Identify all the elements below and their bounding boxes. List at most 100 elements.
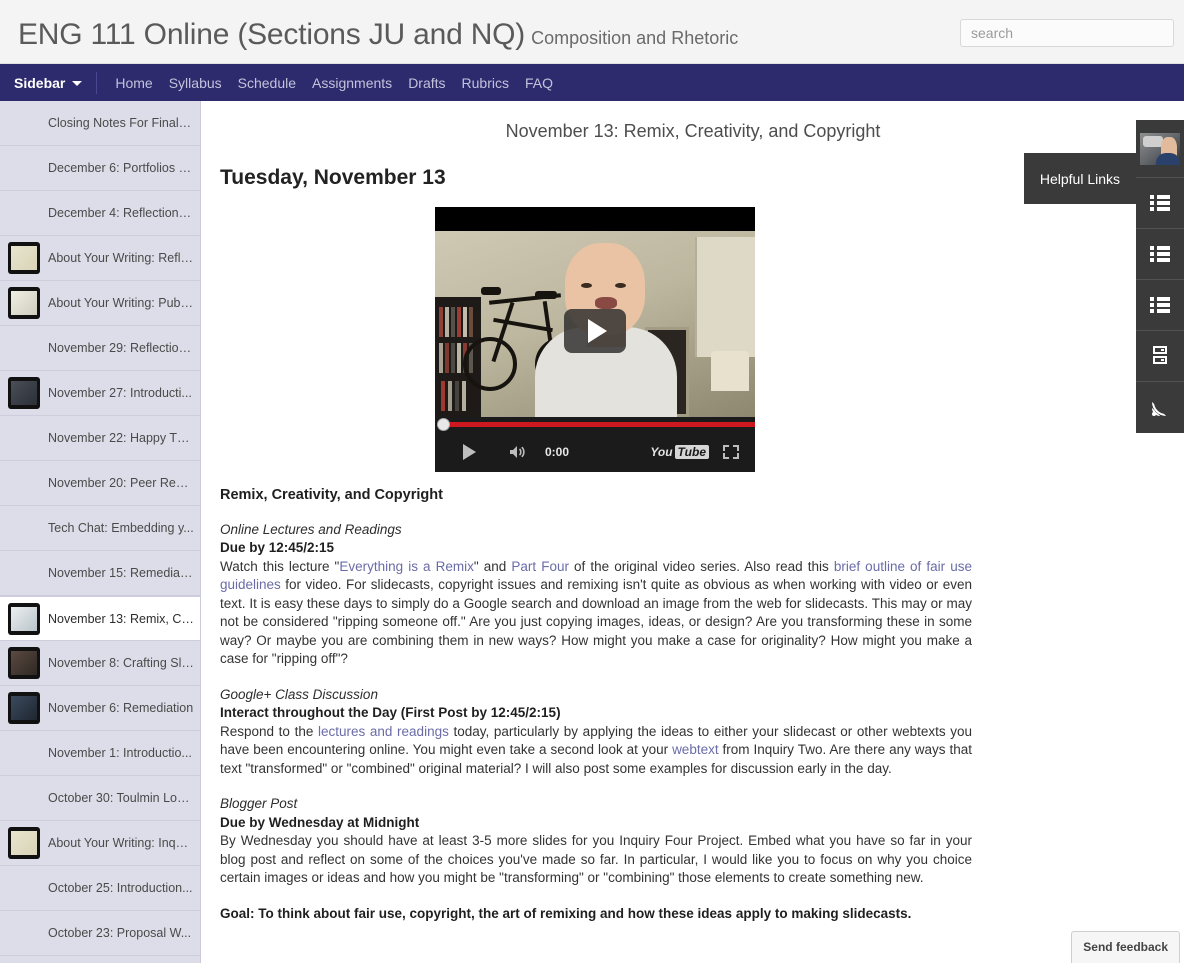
avatar[interactable]: [1136, 120, 1184, 178]
nav-link-faq[interactable]: FAQ: [517, 75, 561, 91]
main-content: November 13: Remix, Creativity, and Copy…: [202, 101, 1184, 963]
block3-due-label: Due by Wednesday at Midnight: [220, 814, 420, 830]
rss-icon: [1151, 399, 1169, 417]
nav-link-drafts[interactable]: Drafts: [400, 75, 453, 91]
list-item[interactable]: December 6: Portfolios a...: [0, 146, 200, 191]
block3-italic-label: Blogger Post: [220, 796, 298, 811]
video-progress-bar[interactable]: [443, 422, 755, 427]
block2-text-a: Respond to the: [220, 723, 318, 739]
fullscreen-icon[interactable]: [723, 445, 739, 459]
main-navbar: Sidebar Home Syllabus Schedule Assignments D…: [0, 64, 1184, 101]
assignment-block-blogger: Blogger Post Due by Wednesday at Midnigh…: [220, 795, 972, 888]
list-item[interactable]: November 22: Happy Th...: [0, 416, 200, 461]
list-item[interactable]: November 6: Remediation: [0, 686, 200, 731]
post-thumbnail: [8, 692, 40, 724]
list-item-label: November 8: Crafting Sli...: [48, 656, 195, 670]
right-rail: [1136, 120, 1184, 433]
list-item[interactable]: October 25: Introduction...: [0, 866, 200, 911]
blog-title: ENG 111 Online (Sections JU and NQ): [18, 18, 526, 51]
play-button-overlay[interactable]: [564, 309, 626, 353]
post-thumbnail: [8, 647, 40, 679]
list-item-label: December 4: Reflection o...: [48, 206, 200, 220]
link-webtext[interactable]: webtext: [672, 742, 719, 757]
list-item[interactable]: November 1: Introductio...: [0, 731, 200, 776]
post-thumbnail: [8, 827, 40, 859]
volume-icon[interactable]: [508, 444, 528, 460]
list-item-label: October 25: Introduction...: [48, 881, 193, 895]
nav-divider: [96, 71, 98, 94]
block1-text-b: " and: [473, 558, 512, 574]
video-progress-knob[interactable]: [437, 418, 450, 431]
list-item-label: About Your Writing: Refle...: [48, 251, 198, 265]
post-list-sidebar[interactable]: Closing Notes For Finals ... December 6: …: [0, 101, 201, 963]
link-lectures-and-readings[interactable]: lectures and readings: [318, 724, 449, 739]
list-item[interactable]: November 15: Remediati...: [0, 551, 200, 596]
rail-button-helpful-links[interactable]: [1136, 280, 1184, 331]
page-header: ENG 111 Online (Sections JU and NQ) Compo…: [0, 0, 1184, 64]
youtube-logo-tube: Tube: [674, 445, 709, 459]
youtube-logo[interactable]: You Tube: [650, 445, 709, 459]
post-thumbnail: [8, 377, 40, 409]
list-icon: [1150, 246, 1170, 262]
list-item-label: October 23: Proposal W...: [48, 926, 192, 940]
list-item[interactable]: November 20: Peer Review: [0, 461, 200, 506]
sidebar-item-selected[interactable]: November 13: Remix, Cr...: [0, 596, 200, 641]
sidebar-toggle-label: Sidebar: [14, 74, 66, 91]
list-item-label: November 27: Introducti...: [48, 386, 192, 400]
post-body: Remix, Creativity, and Copyright Online …: [220, 486, 972, 923]
blog-title-group: ENG 111 Online (Sections JU and NQ) Compo…: [18, 18, 738, 52]
list-item-label: Tech Chat: Embedding y...: [48, 521, 194, 535]
block1-text-a: Watch this lecture ": [220, 558, 340, 574]
post-section-heading: Remix, Creativity, and Copyright: [220, 487, 443, 503]
rail-button-windows[interactable]: [1136, 331, 1184, 382]
control-play-icon[interactable]: [463, 444, 476, 460]
link-part-four[interactable]: Part Four: [511, 559, 569, 574]
list-item[interactable]: About Your Writing: Refle...: [0, 236, 200, 281]
list-item[interactable]: December 4: Reflection o...: [0, 191, 200, 236]
rail-button-list-1[interactable]: [1136, 178, 1184, 229]
list-item[interactable]: About Your Writing: Publi...: [0, 281, 200, 326]
nav-link-home[interactable]: Home: [107, 75, 160, 91]
post-thumbnail: [8, 287, 40, 319]
list-item-label: About Your Writing: Publi...: [48, 296, 197, 310]
sidebar-toggle-button[interactable]: Sidebar: [0, 75, 94, 91]
nav-link-rubrics[interactable]: Rubrics: [454, 75, 517, 91]
block1-italic-label: Online Lectures and Readings: [220, 521, 402, 537]
list-item-label: November 15: Remediati...: [48, 566, 197, 580]
block2-paragraph: Respond to the lectures and readings tod…: [220, 723, 972, 779]
page-title: November 13: Remix, Creativity, and Copy…: [505, 121, 881, 141]
send-feedback-button[interactable]: Send feedback: [1071, 931, 1180, 963]
video-progress-area[interactable]: [435, 417, 755, 432]
list-icon: [1150, 297, 1170, 313]
list-item[interactable]: About Your Writing: Inqui...: [0, 821, 200, 866]
list-item[interactable]: October 23: Proposal W...: [0, 911, 200, 956]
list-item-label: November 6: Remediation: [48, 701, 194, 715]
search-input[interactable]: [960, 19, 1174, 47]
nav-links: Home Syllabus Schedule Assignments Drafts Rub…: [107, 75, 561, 91]
youtube-video-player[interactable]: 0:00 You Tube: [435, 207, 755, 472]
block1-paragraph: Watch this lecture "Everything is a Remi…: [220, 558, 972, 669]
list-item-label: About Your Writing: Inqui...: [48, 836, 196, 850]
blog-subtitle: Composition and Rhetoric: [531, 28, 739, 48]
list-item[interactable]: Tech Chat: Embedding y...: [0, 506, 200, 551]
list-item-label: November 29: Reflection ...: [48, 341, 200, 355]
nav-link-syllabus[interactable]: Syllabus: [161, 75, 230, 91]
nav-link-schedule[interactable]: Schedule: [230, 75, 304, 91]
rail-button-rss[interactable]: [1136, 382, 1184, 433]
list-item[interactable]: Closing Notes For Finals ...: [0, 101, 200, 146]
block2-due-label: Interact throughout the Day (First Post …: [220, 705, 561, 720]
list-item[interactable]: November 8: Crafting Sli...: [0, 641, 200, 686]
list-item-label: Closing Notes For Finals ...: [48, 116, 199, 130]
nav-link-assignments[interactable]: Assignments: [304, 75, 400, 91]
post-goal-line: Goal: To think about fair use, copyright…: [220, 905, 912, 921]
list-item[interactable]: November 27: Introducti...: [0, 371, 200, 416]
youtube-logo-you: You: [650, 445, 673, 459]
rail-button-list-2[interactable]: [1136, 229, 1184, 280]
list-item[interactable]: November 29: Reflection ...: [0, 326, 200, 371]
list-icon: [1150, 195, 1170, 211]
link-everything-is-a-remix[interactable]: Everything is a Remix: [339, 559, 474, 574]
post-thumbnail: [8, 602, 40, 635]
play-icon: [588, 319, 607, 343]
block2-italic-label: Google+ Class Discussion: [220, 686, 378, 702]
list-item[interactable]: October 30: Toulmin Log...: [0, 776, 200, 821]
